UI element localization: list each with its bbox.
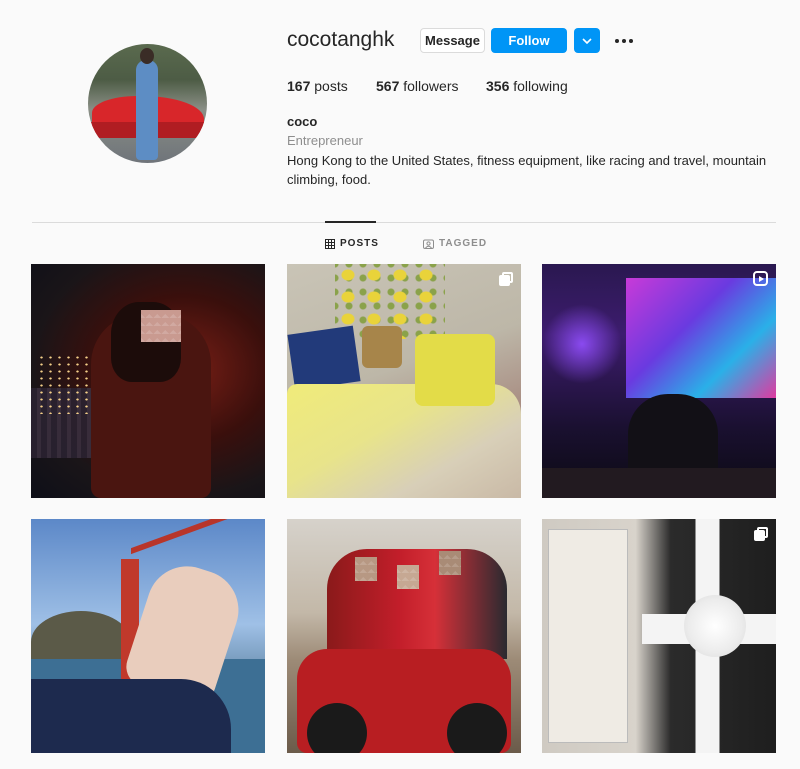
followers-count: 567	[376, 78, 400, 94]
profile-category: Entrepreneur	[287, 133, 363, 148]
followers-label: followers	[399, 78, 459, 94]
tab-tagged-label: TAGGED	[439, 238, 488, 249]
tabs-divider	[32, 222, 776, 223]
more-dot	[629, 38, 633, 43]
more-dot	[615, 38, 619, 43]
post-tile[interactable]	[287, 519, 521, 753]
profile-full-name: coco	[287, 114, 318, 129]
carousel-icon	[499, 272, 513, 286]
post-image-shape	[307, 703, 367, 753]
post-tile[interactable]	[31, 264, 265, 498]
follow-button[interactable]: Follow	[491, 28, 567, 53]
post-image-shape	[542, 304, 622, 384]
post-tile[interactable]	[287, 264, 521, 498]
post-image-shape	[447, 703, 507, 753]
post-tile[interactable]	[542, 519, 776, 753]
more-options-icon[interactable]	[613, 28, 635, 53]
post-tile[interactable]	[31, 519, 265, 753]
posts-label: posts	[310, 78, 348, 94]
post-image-shape	[415, 334, 495, 406]
post-image-shape	[287, 325, 361, 391]
tag-icon	[423, 239, 434, 249]
blurred-face	[397, 565, 419, 589]
blurred-face	[439, 551, 461, 575]
reel-icon	[753, 271, 768, 286]
more-dot	[622, 38, 626, 43]
avatar-person-shape	[136, 60, 158, 160]
tab-tagged[interactable]: TAGGED	[423, 238, 487, 249]
active-tab-indicator	[325, 221, 376, 223]
post-image-shape	[297, 649, 511, 753]
following-stat[interactable]: 356 following	[486, 78, 568, 94]
message-button[interactable]: Message	[420, 28, 485, 53]
profile-username: cocotanghk	[287, 28, 395, 51]
followers-stat[interactable]: 567 followers	[376, 78, 459, 94]
tab-posts-label: POSTS	[340, 238, 379, 249]
following-label: following	[509, 78, 568, 94]
following-count: 356	[486, 78, 510, 94]
tab-posts[interactable]: POSTS	[325, 238, 379, 249]
post-image-shape	[684, 595, 746, 657]
blurred-face	[141, 310, 181, 342]
carousel-icon	[754, 527, 768, 541]
grid-icon	[325, 238, 335, 249]
post-image-shape	[31, 679, 231, 753]
avatar-head-shape	[140, 48, 154, 64]
posts-count: 167	[287, 78, 311, 94]
post-image-shape	[362, 326, 402, 368]
post-tile[interactable]	[542, 264, 776, 498]
posts-stat: 167 posts	[287, 78, 348, 94]
chevron-down-icon	[582, 37, 592, 44]
post-image-shape	[548, 529, 628, 743]
post-image-shape	[542, 468, 776, 498]
profile-bio: Hong Kong to the United States, fitness …	[287, 153, 767, 187]
post-image-shape	[626, 278, 776, 398]
suggestions-dropdown-button[interactable]	[574, 28, 600, 53]
blurred-face	[355, 557, 377, 581]
profile-avatar[interactable]	[88, 44, 207, 163]
